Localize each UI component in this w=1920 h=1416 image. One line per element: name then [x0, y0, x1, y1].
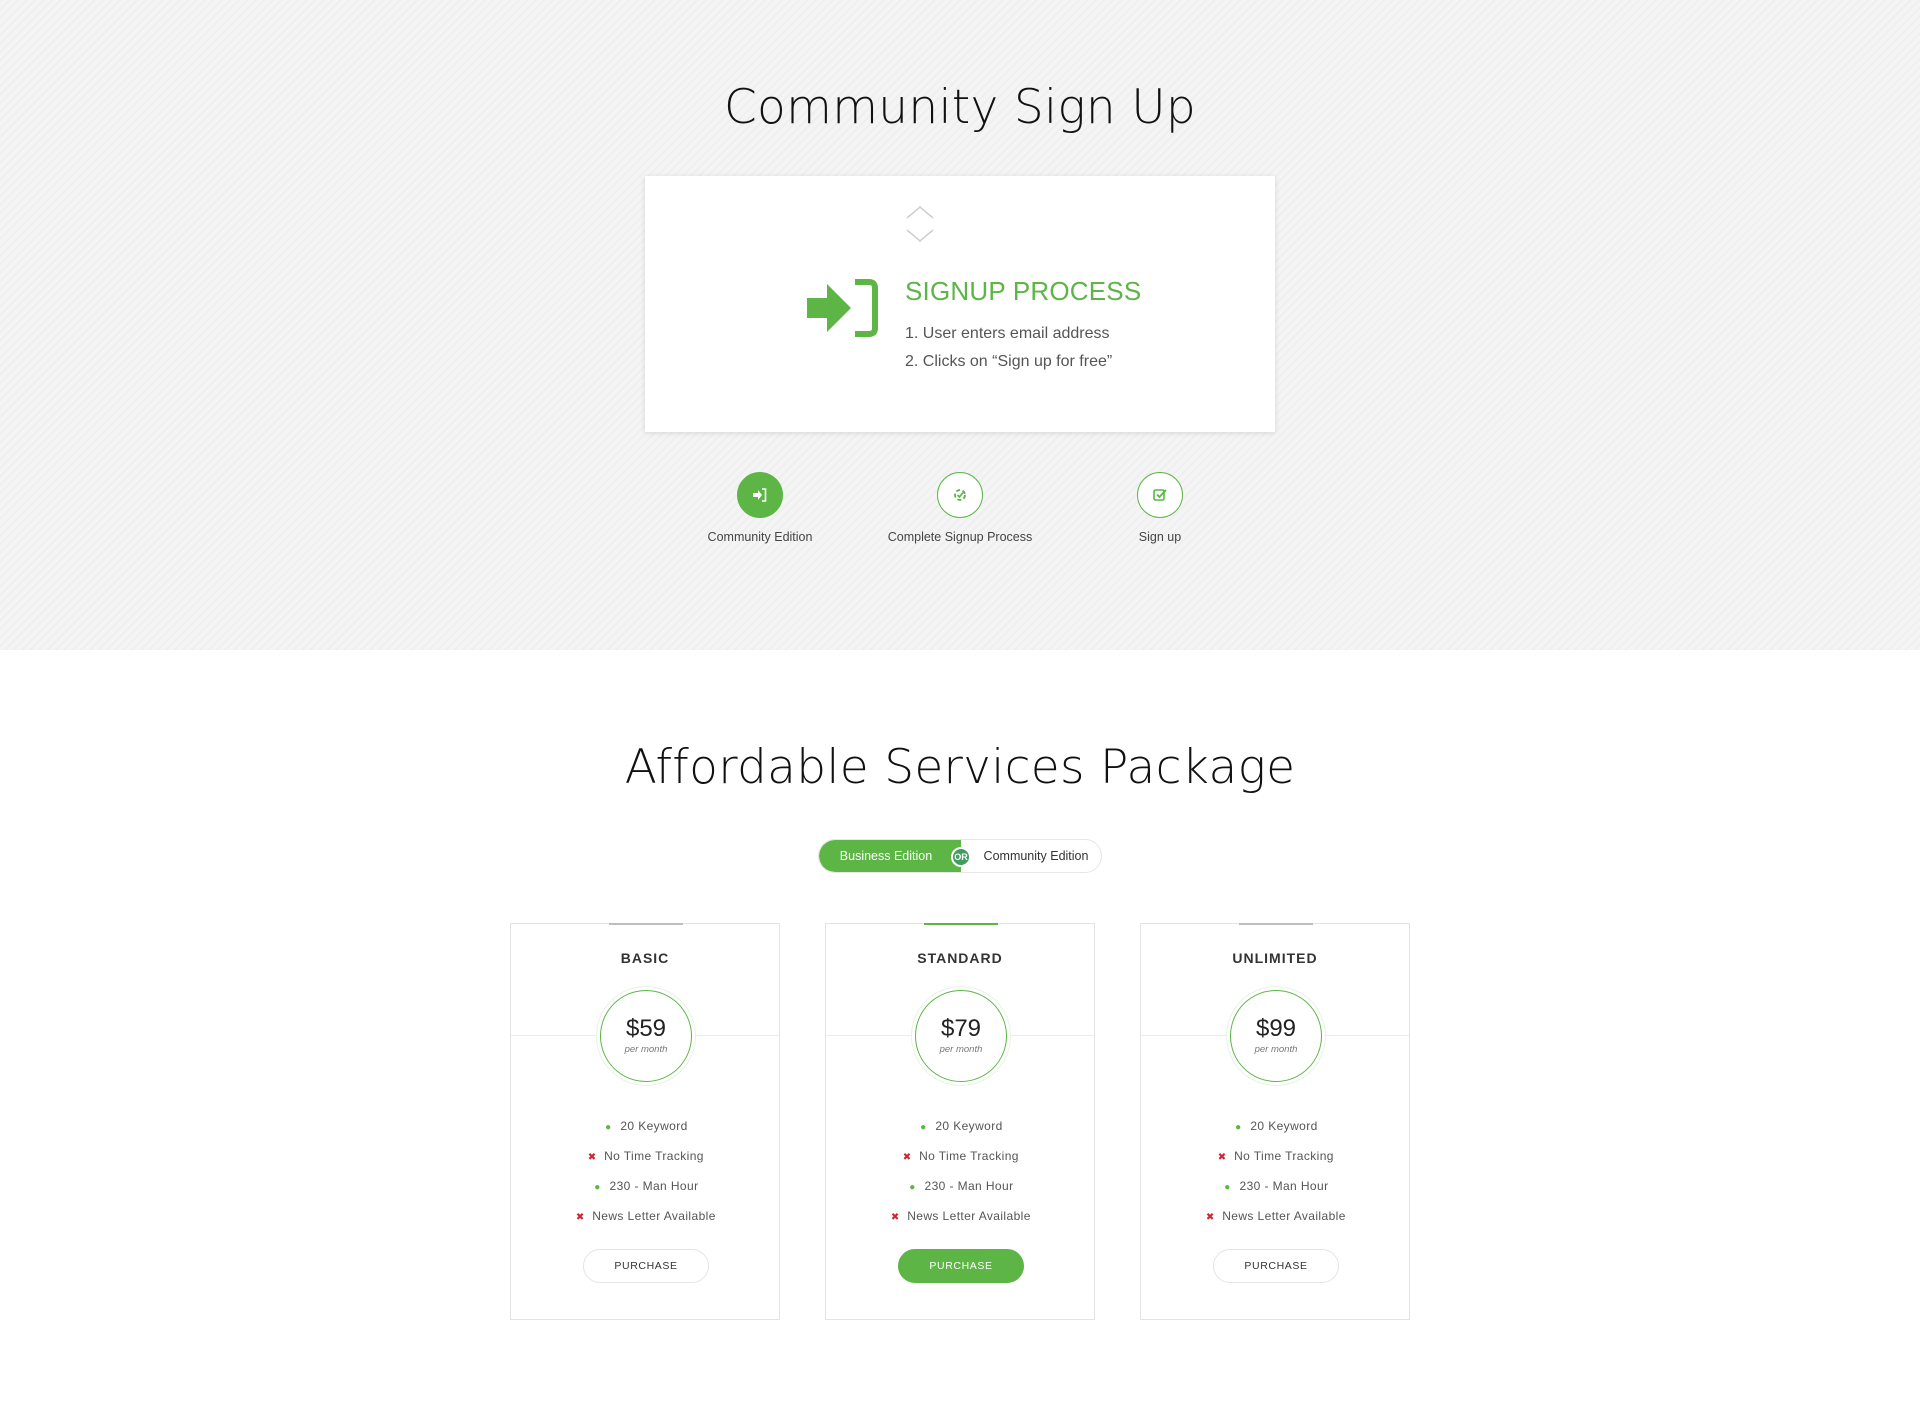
feature-item: ✖ No Time Tracking [511, 1141, 779, 1171]
price-period: per month [939, 1044, 983, 1055]
cross-icon: ✖ [587, 1152, 597, 1163]
feature-item: ● 20 Keyword [1141, 1111, 1409, 1141]
feature-list: ● 20 Keyword ✖ No Time Tracking ● 230 - Man… [511, 1111, 779, 1231]
step-label: Complete Signup Process [887, 530, 1033, 544]
edition-toggle[interactable]: Business Edition Community Edition OR [818, 839, 1102, 873]
cross-icon: ✖ [890, 1212, 900, 1223]
cross-icon: ✖ [1217, 1152, 1227, 1163]
cross-icon: ✖ [902, 1152, 912, 1163]
plan-name: STANDARD [917, 950, 1003, 966]
or-badge: OR [951, 847, 971, 867]
purchase-button[interactable]: PURCHASE [583, 1249, 709, 1283]
feature-item: ✖ News Letter Available [826, 1201, 1094, 1231]
business-edition-toggle[interactable]: Business Edition [819, 840, 961, 872]
check-square-icon[interactable] [1137, 472, 1183, 518]
feature-item: ● 230 - Man Hour [511, 1171, 779, 1201]
plan-card-standard: STANDARD $79 per month ● 20 Keyword ✖ No T… [825, 923, 1095, 1320]
chevron-up-down-icon [905, 204, 935, 244]
process-icon[interactable] [937, 472, 983, 518]
feature-item: ✖ No Time Tracking [1141, 1141, 1409, 1171]
plan-top-accent [924, 923, 998, 925]
cross-icon: ✖ [575, 1212, 585, 1223]
price-period: per month [1254, 1044, 1298, 1055]
price-amount: $99 [1255, 1015, 1297, 1042]
step-community-edition[interactable]: Community Edition [660, 472, 860, 544]
sign-in-arrow-icon [807, 276, 879, 340]
check-circle-icon: ● [920, 1122, 927, 1133]
step-label: Community Edition [707, 530, 813, 544]
cross-icon: ✖ [1205, 1212, 1215, 1223]
price-period: per month [624, 1044, 668, 1055]
feature-list: ● 20 Keyword ✖ No Time Tracking ● 230 - Man… [826, 1111, 1094, 1231]
plan-name: BASIC [620, 950, 670, 966]
feature-item: ● 230 - Man Hour [826, 1171, 1094, 1201]
plan-card-unlimited: UNLIMITED $99 per month ● 20 Keyword ✖ No … [1140, 923, 1410, 1320]
step-sign-up[interactable]: Sign up [1060, 472, 1260, 544]
price-circle: $99 per month [1230, 990, 1322, 1082]
process-step: 2. Clicks on “Sign up for free” [905, 353, 1113, 370]
feature-list: ● 20 Keyword ✖ No Time Tracking ● 230 - Man… [1141, 1111, 1409, 1231]
process-steps-list: 1. User enters email address 2. Clicks o… [905, 320, 1112, 376]
pricing-title: Affordable Services Package [624, 740, 1296, 795]
plan-top-accent [1239, 923, 1313, 925]
signup-process-card: SIGNUP PROCESS 1. User enters email addr… [645, 176, 1275, 432]
plan-card-basic: BASIC $59 per month ● 20 Keyword ✖ No Time… [510, 923, 780, 1320]
step-complete-signup-process[interactable]: Complete Signup Process [860, 472, 1060, 544]
feature-item: ✖ News Letter Available [511, 1201, 779, 1231]
feature-item: ✖ No Time Tracking [826, 1141, 1094, 1171]
price-amount: $59 [625, 1015, 667, 1042]
feature-item: ● 20 Keyword [826, 1111, 1094, 1141]
check-circle-icon: ● [1224, 1182, 1231, 1193]
check-circle-icon: ● [1235, 1122, 1242, 1133]
price-circle: $79 per month [915, 990, 1007, 1082]
signup-title: Community Sign Up [723, 80, 1197, 135]
process-step: 1. User enters email address [905, 325, 1110, 342]
signup-steps-row: Community Edition Complete Signup Proces… [0, 472, 1920, 552]
purchase-button[interactable]: PURCHASE [898, 1249, 1024, 1283]
check-circle-icon: ● [594, 1182, 601, 1193]
signup-section: Community Sign Up SIGNUP PROCESS 1. User… [0, 0, 1920, 650]
step-label: Sign up [1138, 530, 1182, 544]
feature-item: ✖ News Letter Available [1141, 1201, 1409, 1231]
plan-top-accent [609, 923, 683, 925]
check-circle-icon: ● [909, 1182, 916, 1193]
feature-item: ● 230 - Man Hour [1141, 1171, 1409, 1201]
feature-item: ● 20 Keyword [511, 1111, 779, 1141]
price-circle: $59 per month [600, 990, 692, 1082]
check-circle-icon: ● [605, 1122, 612, 1133]
price-amount: $79 [940, 1015, 982, 1042]
plan-name: UNLIMITED [1232, 950, 1318, 966]
sign-in-icon[interactable] [737, 472, 783, 518]
process-heading: SIGNUP PROCESS [905, 276, 1142, 306]
community-edition-toggle[interactable]: Community Edition [961, 840, 1101, 872]
purchase-button[interactable]: PURCHASE [1213, 1249, 1339, 1283]
